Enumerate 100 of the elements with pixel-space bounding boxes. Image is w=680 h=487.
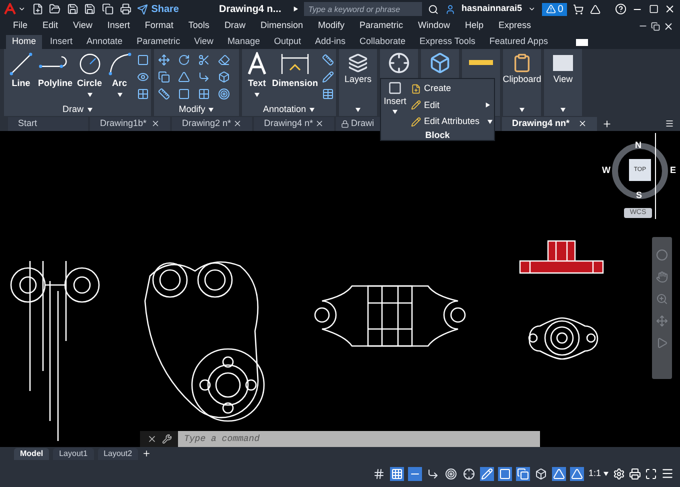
close-icon[interactable]: [663, 20, 674, 32]
close-icon[interactable]: [315, 119, 324, 128]
menu-item[interactable]: Draw: [224, 19, 246, 33]
menu-item[interactable]: Insert: [107, 19, 130, 33]
panel-title[interactable]: Draw: [4, 103, 151, 116]
menu-item[interactable]: Format: [144, 19, 174, 33]
user-name[interactable]: hasnainnarai5: [461, 2, 522, 16]
menu-item[interactable]: File: [13, 19, 28, 33]
document-tab[interactable]: Drawing1b*: [90, 116, 170, 130]
new-file-icon[interactable]: [32, 3, 44, 15]
caret-icon[interactable]: [86, 92, 93, 96]
ribbon-tab[interactable]: Manage: [221, 35, 266, 49]
document-tab[interactable]: Drawing4 n*: [254, 116, 334, 130]
restore-icon[interactable]: [651, 22, 660, 30]
layout-tab[interactable]: Model: [14, 448, 50, 460]
document-tab[interactable]: Start: [8, 116, 88, 130]
add-tab-icon[interactable]: [602, 118, 612, 128]
menu-item[interactable]: Window: [418, 19, 450, 33]
close-icon[interactable]: [151, 119, 160, 128]
arrow-icon[interactable]: [293, 6, 298, 12]
table-icon[interactable]: [322, 88, 334, 100]
menu-item[interactable]: Dimension: [260, 19, 303, 33]
ribbon-tab[interactable]: Home: [6, 35, 42, 49]
fullscreen-icon[interactable]: [645, 468, 657, 480]
caret-icon[interactable]: [528, 5, 536, 13]
alert-badge[interactable]: 0: [542, 2, 568, 16]
tab-menu-icon[interactable]: [665, 119, 674, 128]
rectangle-icon[interactable]: [136, 54, 149, 66]
menu-item[interactable]: Parametric: [360, 19, 404, 33]
tool-button[interactable]: Dimension: [272, 52, 318, 90]
caret-icon[interactable]: [560, 107, 566, 112]
ribbon-tab[interactable]: Output: [268, 35, 307, 49]
ribbon-tab[interactable]: View: [188, 35, 220, 49]
layers-button[interactable]: Layers: [344, 73, 372, 86]
document-tab[interactable]: Drawing2 n*: [172, 116, 252, 130]
caret-icon[interactable]: [486, 119, 493, 124]
search-icon[interactable]: [428, 4, 439, 14]
ribbon-tab[interactable]: Featured Apps: [483, 35, 554, 49]
copy-icon[interactable]: [158, 71, 170, 83]
scale-button[interactable]: 1:1: [588, 466, 609, 480]
menu-item[interactable]: Edit: [42, 19, 58, 33]
ribbon-tab[interactable]: Add-ins: [309, 35, 352, 49]
view-button[interactable]: View: [553, 73, 573, 86]
caret-icon[interactable]: [254, 92, 260, 96]
grid-icon[interactable]: [372, 466, 386, 480]
caret-icon[interactable]: [603, 471, 609, 476]
close-icon[interactable]: [147, 434, 157, 444]
menu-item[interactable]: Edit: [411, 98, 494, 112]
layout-tab[interactable]: Layout2: [98, 448, 138, 460]
cart-icon[interactable]: [573, 4, 584, 14]
tool-button[interactable]: Polyline: [38, 52, 73, 90]
menu-item[interactable]: Tools: [188, 19, 210, 33]
close-icon[interactable]: [233, 119, 242, 128]
move-icon[interactable]: [158, 54, 170, 66]
ribbon-tab[interactable]: Express Tools: [414, 35, 482, 49]
tool-button[interactable]: Line: [8, 52, 34, 90]
caret-icon[interactable]: [392, 108, 398, 114]
layout-tab[interactable]: Layout1: [53, 448, 94, 460]
maximize-icon[interactable]: [648, 4, 658, 14]
command-input-field[interactable]: Type a command: [178, 431, 540, 447]
ribbon-tab[interactable]: Insert: [44, 35, 79, 49]
caret-icon[interactable]: [208, 107, 214, 112]
caret-icon[interactable]: [86, 107, 92, 112]
menu-item[interactable]: Create: [411, 82, 494, 96]
panel-title[interactable]: Modify: [154, 103, 239, 116]
menu-item[interactable]: Edit Attributes: [411, 115, 494, 128]
triangle-icon[interactable]: [590, 4, 601, 14]
save-icon[interactable]: [66, 3, 78, 15]
snap-icon[interactable]: [390, 466, 404, 480]
close-icon[interactable]: [664, 3, 676, 15]
document-tab[interactable]: Drawing4 nn*: [502, 116, 597, 130]
erase-icon[interactable]: [218, 54, 230, 66]
ribbon-tab[interactable]: Annotate: [80, 35, 129, 49]
menu-icon[interactable]: [661, 467, 674, 480]
settings-icon[interactable]: [613, 468, 625, 480]
menu-item[interactable]: Express: [498, 19, 532, 33]
help-icon[interactable]: [614, 3, 626, 15]
tool-button[interactable]: Text: [246, 52, 268, 96]
plot-icon[interactable]: [629, 468, 641, 480]
ribbon-tab[interactable]: Parametric: [130, 35, 186, 49]
share-button[interactable]: Share: [137, 2, 179, 16]
caret-icon[interactable]: [18, 5, 26, 13]
tool-button[interactable]: Arc: [106, 52, 133, 96]
arrow-icon[interactable]: [485, 102, 490, 108]
search-field[interactable]: Type a keyword or phrase: [304, 2, 422, 16]
tool-button[interactable]: Circle: [76, 52, 103, 96]
caret-icon[interactable]: [355, 107, 361, 112]
caret-icon[interactable]: [519, 107, 525, 112]
add-layout-icon[interactable]: [142, 449, 152, 458]
trim-icon[interactable]: [198, 54, 210, 66]
caret-icon[interactable]: [116, 92, 123, 96]
menu-item[interactable]: View: [73, 19, 92, 33]
menu-item[interactable]: Modify: [318, 19, 344, 33]
panel-title[interactable]: Annotation: [242, 103, 336, 116]
menu-item[interactable]: Help: [465, 19, 484, 33]
user-icon[interactable]: [444, 4, 456, 14]
caret-icon[interactable]: [309, 107, 316, 112]
rotate-icon[interactable]: [178, 54, 190, 66]
customize-icon[interactable]: [162, 434, 172, 444]
insert-button[interactable]: Insert: [381, 79, 409, 128]
